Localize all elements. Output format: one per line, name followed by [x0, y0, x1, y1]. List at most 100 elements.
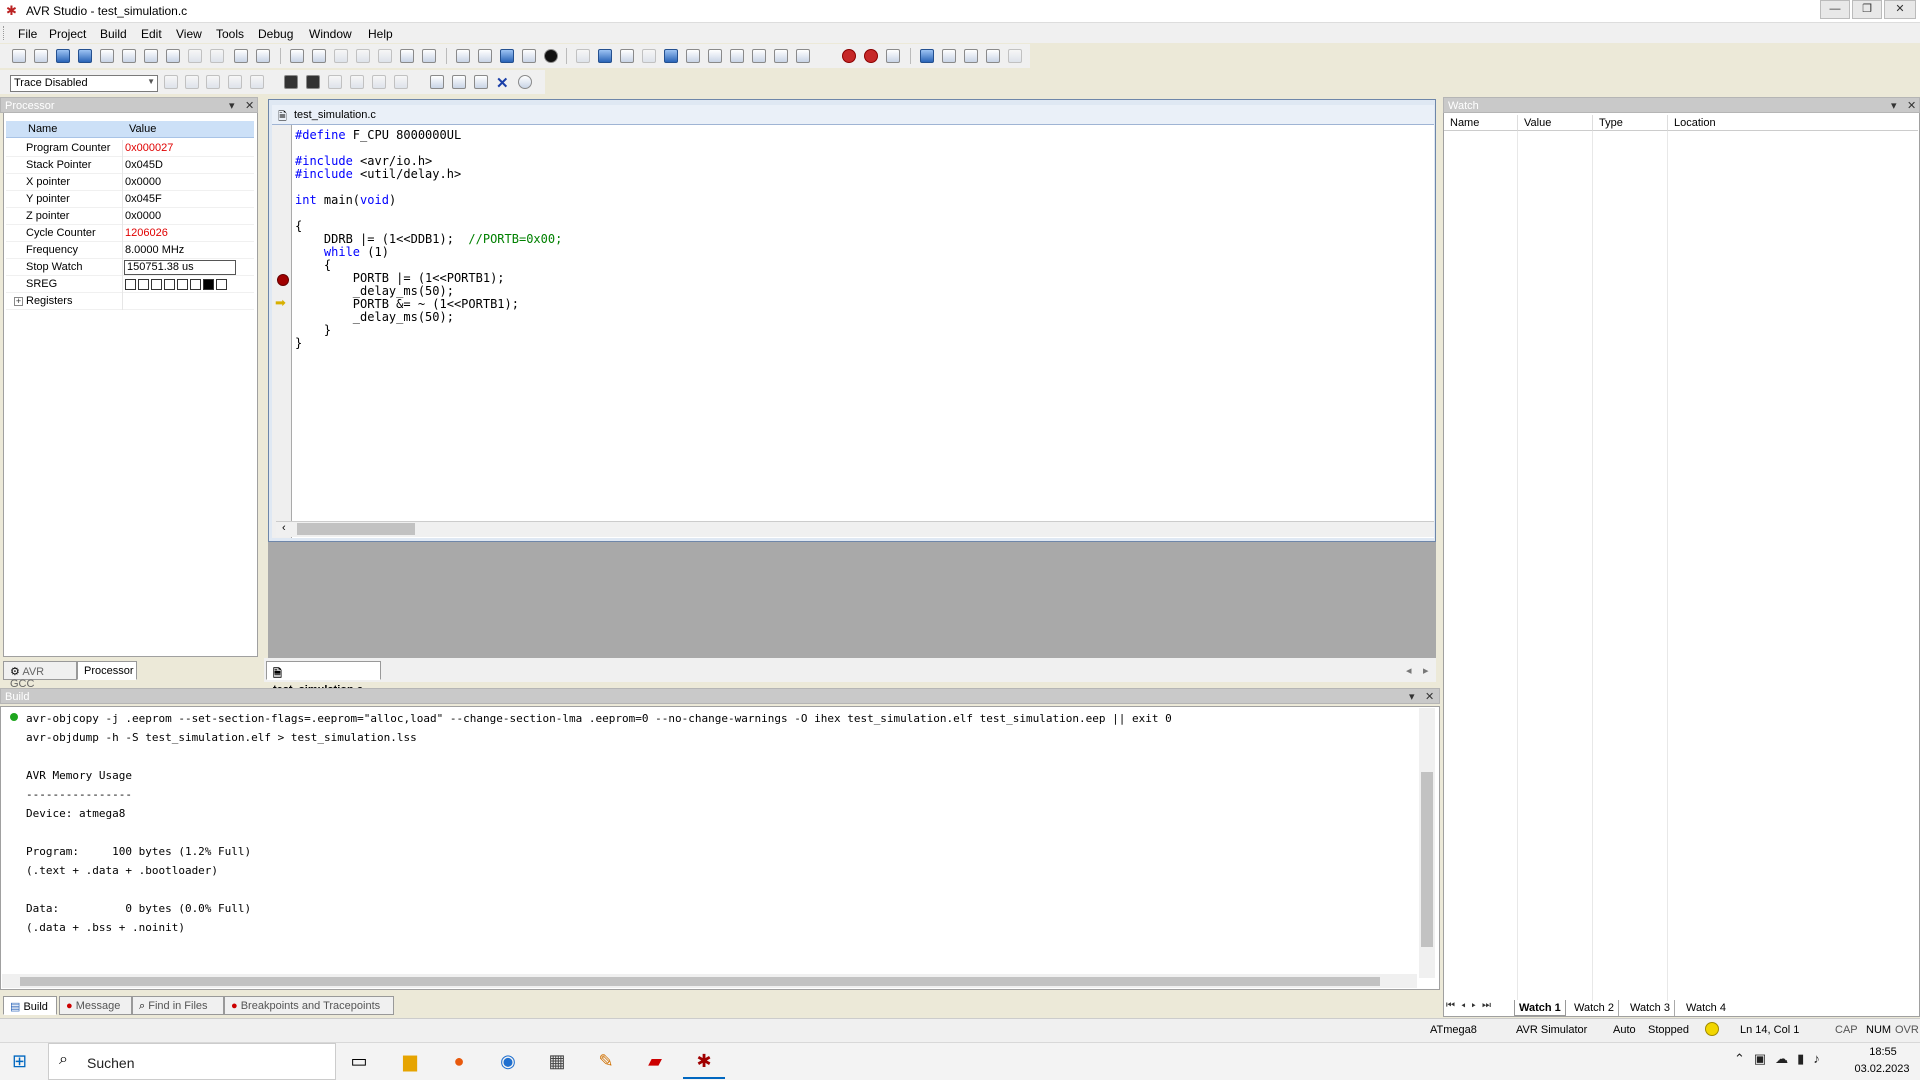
pane-close-icon[interactable]: ✕: [1907, 99, 1916, 112]
watch-column-type[interactable]: Type: [1593, 115, 1668, 131]
memory-fill-icon[interactable]: [306, 75, 320, 89]
window-icon[interactable]: [234, 49, 248, 63]
sreg-flag-v[interactable]: [177, 279, 188, 290]
rebuild-icon[interactable]: [500, 49, 514, 63]
chrome-like-icon[interactable]: ◉: [493, 1047, 523, 1075]
io-view-icon[interactable]: [986, 49, 1000, 63]
tab-watch-3[interactable]: Watch 3: [1626, 1000, 1675, 1016]
sreg-flag-s[interactable]: [164, 279, 175, 290]
tab-avr-gcc[interactable]: ⚙ AVR GCC: [3, 661, 77, 690]
build-hscroll-thumb[interactable]: [20, 977, 1380, 986]
auto-step-icon[interactable]: [774, 49, 788, 63]
paste-icon[interactable]: [144, 49, 158, 63]
editor-app-icon[interactable]: ✎: [591, 1047, 621, 1075]
table-row[interactable]: Y pointer 0x045F: [6, 191, 254, 208]
step-over-icon[interactable]: [708, 49, 722, 63]
sreg-flag-n[interactable]: [190, 279, 201, 290]
memory-icon[interactable]: [284, 75, 298, 89]
code-line[interactable]: }: [295, 337, 302, 350]
next-bookmark-icon[interactable]: [356, 49, 370, 63]
menu-window[interactable]: Window: [309, 27, 352, 41]
pane-menu-icon[interactable]: ▾: [1891, 99, 1897, 112]
tab-build[interactable]: ▤ Build: [3, 996, 57, 1015]
pane-close-icon[interactable]: ✕: [1425, 690, 1434, 703]
trace-top-icon[interactable]: [250, 75, 264, 89]
editor-horizontal-scrollbar[interactable]: [276, 521, 1434, 537]
toggle-breakpoint-icon[interactable]: [842, 49, 856, 63]
code-line[interactable]: #define F_CPU 8000000UL: [295, 129, 461, 142]
menu-edit[interactable]: Edit: [141, 27, 162, 41]
run-icon[interactable]: [576, 49, 590, 63]
task-view-icon[interactable]: ▭: [344, 1047, 374, 1075]
trace-icon[interactable]: [886, 49, 900, 63]
register-view-icon[interactable]: [964, 49, 978, 63]
gear-icon[interactable]: [518, 75, 532, 89]
copy-icon[interactable]: [122, 49, 136, 63]
find-next-icon[interactable]: [312, 49, 326, 63]
stimuli-icon[interactable]: [430, 75, 444, 89]
trace-select[interactable]: Trace Disabled ▼: [10, 75, 158, 92]
debug-start-icon[interactable]: [544, 49, 558, 63]
save-icon[interactable]: [56, 49, 70, 63]
menu-view[interactable]: View: [176, 27, 202, 41]
calculator-icon[interactable]: ▦: [542, 1047, 572, 1075]
watch-column-value[interactable]: Value: [1518, 115, 1593, 131]
show-next-statement-icon[interactable]: [686, 49, 700, 63]
table-row[interactable]: Cycle Counter 1206026: [6, 225, 254, 242]
trace-up-icon[interactable]: [206, 75, 220, 89]
tab-scroll-left-icon[interactable]: ◂: [1406, 664, 1412, 677]
stop-debug-icon[interactable]: [598, 49, 612, 63]
table-row[interactable]: Stack Pointer 0x045D: [6, 157, 254, 174]
menu-help[interactable]: Help: [368, 27, 393, 41]
sreg-flag-i[interactable]: [125, 279, 136, 290]
bookmark-icon[interactable]: [334, 49, 348, 63]
column-value[interactable]: Value: [129, 123, 156, 135]
table-row[interactable]: Z pointer 0x0000: [6, 208, 254, 225]
find-icon[interactable]: [290, 49, 304, 63]
save-all-icon[interactable]: [78, 49, 92, 63]
outdent-icon[interactable]: [422, 49, 436, 63]
clean-icon[interactable]: [522, 49, 536, 63]
remove-breakpoints-icon[interactable]: [864, 49, 878, 63]
settings-icon[interactable]: [474, 75, 488, 89]
memory-view-icon[interactable]: [942, 49, 956, 63]
pdf-reader-icon[interactable]: ▰: [640, 1047, 670, 1075]
menu-tools[interactable]: Tools: [216, 27, 244, 41]
indent-icon[interactable]: [400, 49, 414, 63]
quickwatch-icon[interactable]: [796, 49, 810, 63]
chip-icon[interactable]: [328, 75, 342, 89]
watch-tab-nav[interactable]: ⏮◂▸⏭: [1446, 1000, 1497, 1011]
watch-column-location[interactable]: Location: [1668, 115, 1918, 131]
auto-icon[interactable]: [394, 75, 408, 89]
editor-scroll-thumb[interactable]: [297, 523, 415, 535]
run-to-cursor-icon[interactable]: [752, 49, 766, 63]
build-icon[interactable]: [456, 49, 470, 63]
redo-icon[interactable]: [210, 49, 224, 63]
avr-studio-taskbar-icon[interactable]: ✱: [683, 1047, 725, 1079]
table-row[interactable]: SREG: [6, 276, 254, 293]
file-explorer-icon[interactable]: ▆: [395, 1047, 425, 1075]
menu-file[interactable]: File: [18, 27, 37, 41]
break-icon[interactable]: [642, 49, 656, 63]
tab-find-in-files[interactable]: ⌕ Find in Files: [132, 996, 224, 1015]
tab-watch-4[interactable]: Watch 4: [1682, 1000, 1730, 1016]
cut-icon[interactable]: [100, 49, 114, 63]
code-line[interactable]: int main(void): [295, 194, 396, 207]
log-icon[interactable]: [452, 75, 466, 89]
expand-icon[interactable]: +: [14, 297, 23, 306]
trace-bottom-icon[interactable]: [228, 75, 242, 89]
reset-icon[interactable]: [620, 49, 634, 63]
trace-step-icon[interactable]: [164, 75, 178, 89]
firefox-icon[interactable]: ●: [444, 1047, 474, 1075]
stop-watch-field[interactable]: 150751.38 us: [124, 260, 236, 275]
scroll-left-icon[interactable]: ‹: [282, 522, 286, 534]
breakpoint-icon[interactable]: [277, 274, 289, 286]
disconnect-icon[interactable]: [372, 75, 386, 89]
sreg-flag-h[interactable]: [151, 279, 162, 290]
table-row[interactable]: + Registers: [6, 293, 254, 310]
menu-project[interactable]: Project: [49, 27, 86, 41]
undo-icon[interactable]: [188, 49, 202, 63]
sreg-flag-t[interactable]: [138, 279, 149, 290]
disassembler-icon[interactable]: [1008, 49, 1022, 63]
table-row[interactable]: X pointer 0x0000: [6, 174, 254, 191]
